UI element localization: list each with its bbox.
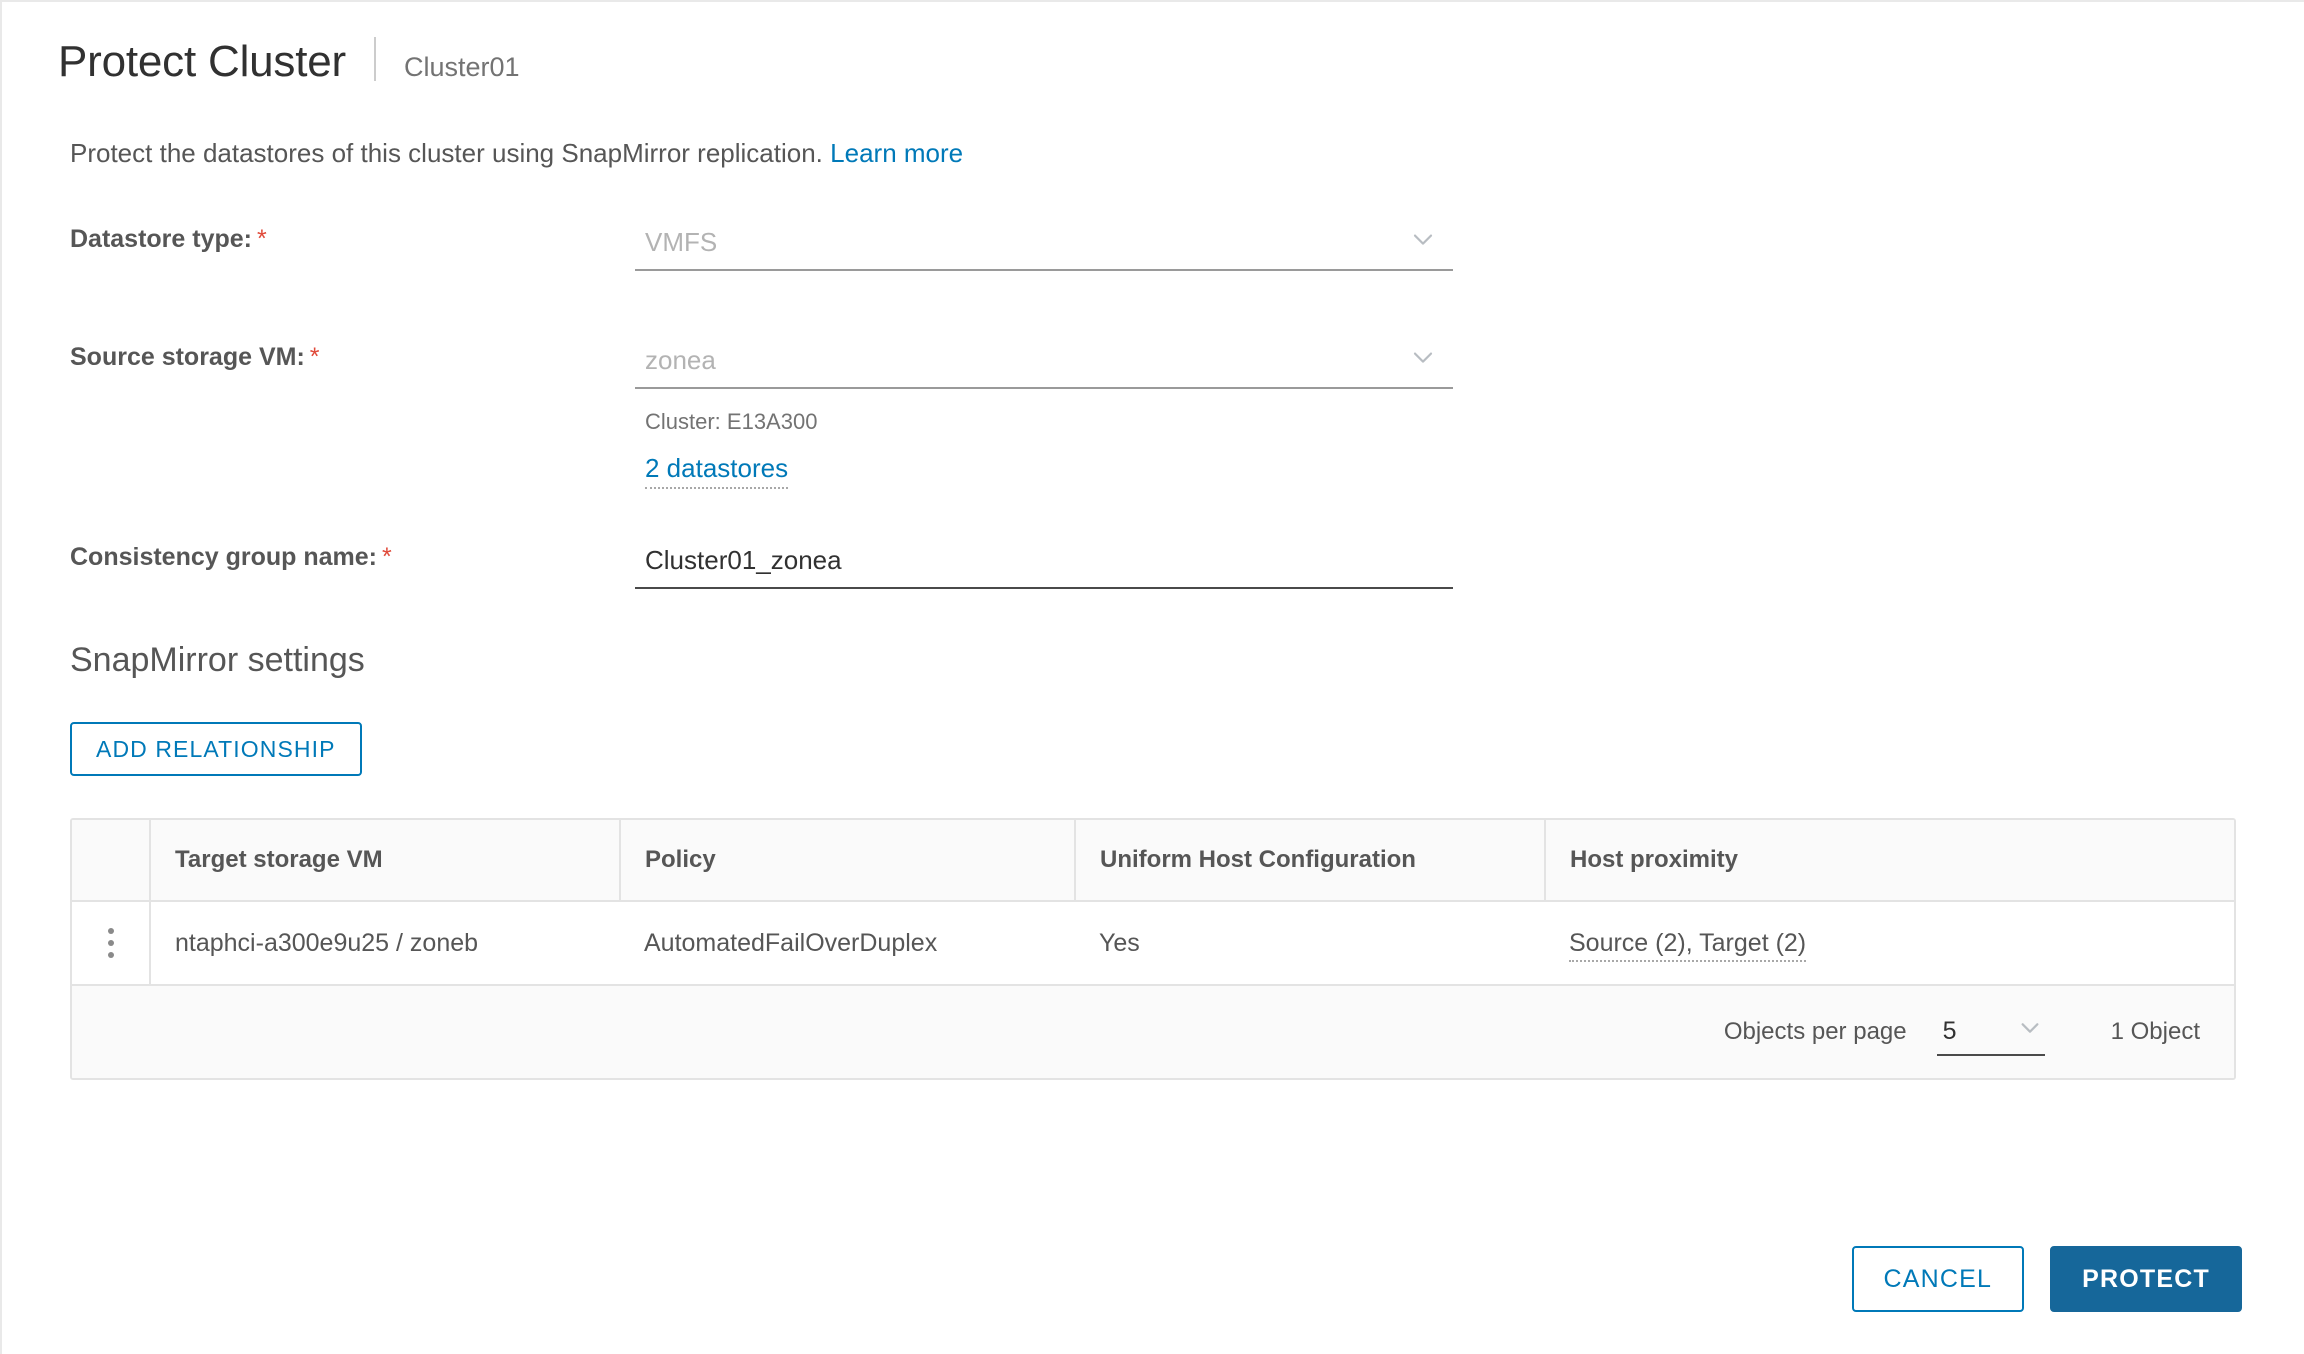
kebab-dot <box>107 940 114 947</box>
table-footer: Objects per page 5 1 Object <box>72 986 2234 1079</box>
consistency-group-name-field <box>635 533 2304 590</box>
consistency-group-name-label-text: Consistency group name: <box>70 543 377 572</box>
objects-per-page-select[interactable]: 5 <box>1936 1008 2045 1057</box>
learn-more-link[interactable]: Learn more <box>830 138 963 168</box>
protect-cluster-dialog: Protect Cluster Cluster01 Protect the da… <box>0 0 2304 1354</box>
cell-target-storage-vm: ntaphci-a300e9u25 / zoneb <box>150 901 620 987</box>
consistency-group-name-control[interactable] <box>635 533 1453 590</box>
protect-form: Datastore type: * VMFS Source storage VM:… <box>2 215 2304 590</box>
objects-per-page-label: Objects per page <box>1723 1018 1907 1046</box>
relationships-table: Target storage VM Policy Uniform Host Co… <box>72 820 2234 987</box>
intro-text: Protect the datastores of this cluster u… <box>70 137 823 168</box>
table-row[interactable]: ntaphci-a300e9u25 / zoneb AutomatedFailO… <box>72 901 2234 987</box>
form-row-datastore-type: Datastore type: * VMFS <box>70 215 2304 272</box>
table-header-row: Target storage VM Policy Uniform Host Co… <box>72 820 2234 903</box>
column-header-policy[interactable]: Policy <box>619 820 1075 903</box>
required-asterisk: * <box>382 543 392 572</box>
page-title: Protect Cluster <box>58 37 346 86</box>
required-asterisk: * <box>257 225 267 254</box>
source-storage-vm-select[interactable]: zonea <box>635 333 1453 390</box>
table-body: ntaphci-a300e9u25 / zoneb AutomatedFailO… <box>72 901 2234 987</box>
datastore-type-label: Datastore type: * <box>70 215 635 256</box>
protect-button[interactable]: PROTECT <box>2050 1246 2242 1312</box>
objects-per-page-value: 5 <box>1942 1016 1957 1045</box>
consistency-group-name-input[interactable] <box>635 544 1453 576</box>
header-divider <box>374 37 376 81</box>
consistency-group-name-label: Consistency group name: * <box>70 533 635 574</box>
source-storage-vm-value: zonea <box>645 344 716 375</box>
datastore-type-label-text: Datastore type: <box>70 225 252 254</box>
source-storage-vm-field: zonea Cluster: E13A300 2 datastores <box>635 333 2304 490</box>
column-header-actions <box>72 820 150 903</box>
header-subtitle-cluster-name: Cluster01 <box>404 52 520 82</box>
cell-uniform-host-configuration: Yes <box>1075 901 1545 987</box>
form-row-consistency-group-name: Consistency group name: * <box>70 533 2304 590</box>
dialog-footer: CANCEL PROTECT <box>1851 1246 2242 1312</box>
cancel-button[interactable]: CANCEL <box>1851 1246 2025 1312</box>
column-header-uniform-host-configuration[interactable]: Uniform Host Configuration <box>1074 820 1545 903</box>
chevron-down-icon <box>2019 1017 2041 1039</box>
cell-host-proximity: Source (2), Target (2) <box>1545 901 2234 987</box>
add-relationship-button[interactable]: ADD RELATIONSHIP <box>70 722 362 777</box>
datastore-type-field: VMFS <box>635 215 2304 272</box>
datastores-count-link[interactable]: 2 datastores <box>645 453 789 490</box>
kebab-dot <box>107 952 114 959</box>
column-header-host-proximity[interactable]: Host proximity <box>1544 820 2234 903</box>
source-storage-vm-label-text: Source storage VM: <box>70 343 305 372</box>
snapmirror-relationships-table: Target storage VM Policy Uniform Host Co… <box>70 818 2236 1081</box>
row-actions-cell <box>72 901 151 987</box>
kebab-menu-icon[interactable] <box>90 902 132 984</box>
chevron-down-icon <box>1411 346 1435 370</box>
datastore-type-select[interactable]: VMFS <box>635 215 1453 272</box>
datastore-type-value: VMFS <box>645 226 718 257</box>
source-cluster-hint: Cluster: E13A300 <box>645 409 818 435</box>
kebab-dot <box>107 928 114 935</box>
snapmirror-settings-title: SnapMirror settings <box>70 641 365 680</box>
cell-policy: AutomatedFailOverDuplex <box>620 901 1075 987</box>
source-storage-vm-label: Source storage VM: * <box>70 333 635 374</box>
column-header-target-storage-vm[interactable]: Target storage VM <box>149 820 620 903</box>
chevron-down-icon <box>1411 228 1435 252</box>
object-count-label: 1 Object <box>2110 1018 2200 1046</box>
host-proximity-tooltip-trigger[interactable]: Source (2), Target (2) <box>1569 928 1807 962</box>
intro-description: Protect the datastores of this cluster u… <box>2 89 2304 171</box>
dialog-header: Protect Cluster Cluster01 <box>2 2 2304 89</box>
table-header: Target storage VM Policy Uniform Host Co… <box>72 820 2234 903</box>
required-asterisk: * <box>309 343 320 372</box>
form-row-source-storage-vm: Source storage VM: * zonea Cluster: E13A3… <box>70 333 2304 490</box>
